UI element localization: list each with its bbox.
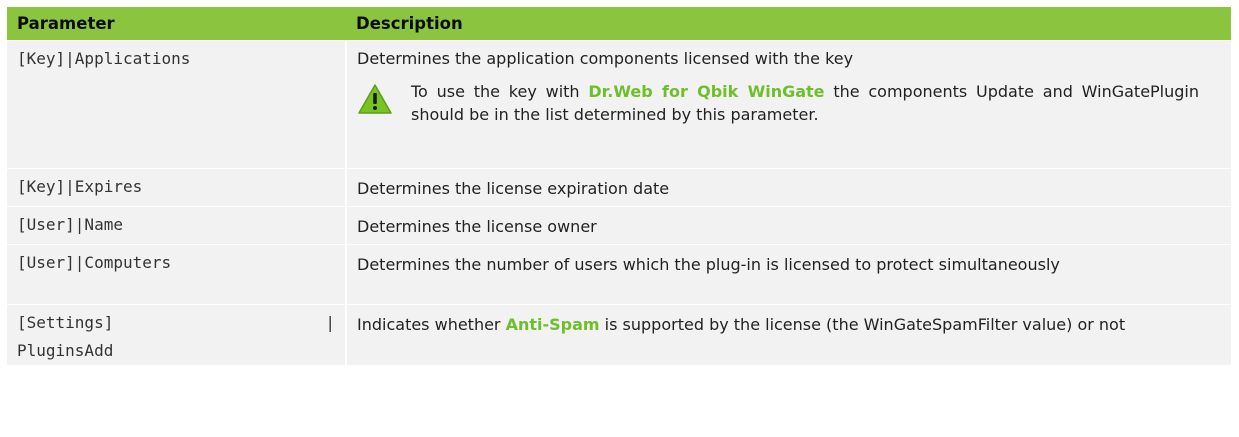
- table-row: [User]|Computers Determines the number o…: [7, 244, 1231, 305]
- warning-text: To use the key with Dr.Web for Qbik WinG…: [411, 82, 1200, 124]
- warning-note: To use the key with Dr.Web for Qbik WinG…: [357, 80, 1221, 126]
- table-row: [Key]|Expires Determines the license exp…: [7, 168, 1231, 207]
- param-user-name: [User]|Name: [7, 206, 347, 245]
- warning-icon: [357, 83, 397, 121]
- product-name-highlight: Dr.Web for Qbik WinGate: [588, 82, 825, 101]
- table-row: [Key]|Applications Determines the applic…: [7, 40, 1231, 169]
- description-text: Determines the license expiration date: [346, 168, 1231, 207]
- description-text: Determines the license owner: [346, 206, 1231, 245]
- table-header-row: Parameter Description: [7, 7, 1231, 41]
- param-key-expires: [Key]|Expires: [7, 168, 347, 207]
- description-text: Indicates whether Anti-Spam is supported…: [346, 304, 1231, 365]
- table-row: [User]|Name Determines the license owner: [7, 206, 1231, 245]
- table-row: [Settings] | PluginsAdd Indicates whethe…: [7, 304, 1231, 365]
- param-key-applications: [Key]|Applications: [7, 40, 347, 169]
- anti-spam-highlight: Anti-Spam: [505, 315, 600, 334]
- description-text: Determines the number of users which the…: [346, 244, 1231, 305]
- header-parameter: Parameter: [7, 7, 346, 41]
- header-description: Description: [346, 7, 1231, 41]
- description-text: Determines the application components li…: [357, 49, 854, 68]
- description-cell: Determines the application components li…: [346, 40, 1231, 169]
- param-settings-pluginsadd: [Settings] | PluginsAdd: [7, 304, 347, 365]
- parameter-table: Parameter Description [Key]|Applications…: [7, 7, 1231, 365]
- param-user-computers: [User]|Computers: [7, 244, 347, 305]
